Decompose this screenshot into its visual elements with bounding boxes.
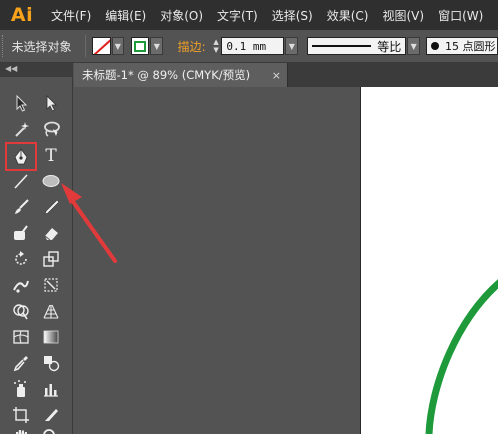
pen-tool[interactable] [5, 142, 37, 171]
zoom-icon [43, 429, 55, 434]
zoom-tool[interactable] [38, 425, 64, 434]
close-icon[interactable]: × [272, 69, 281, 82]
scale-icon [43, 251, 59, 267]
slice-tool[interactable] [38, 403, 64, 427]
artboard-tool[interactable] [8, 403, 34, 427]
artboard-icon [13, 407, 29, 423]
lasso-tool[interactable] [38, 117, 64, 141]
type-tool-label: T [45, 146, 57, 165]
warp-tool[interactable] [8, 273, 34, 297]
gradient-tool[interactable] [38, 325, 64, 349]
shape-builder-tool[interactable] [8, 299, 34, 323]
stroke-weight-spinner[interactable]: ▲ ▼ [211, 37, 222, 55]
spinner-down-icon[interactable]: ▼ [213, 46, 218, 54]
document-tab[interactable]: 未标题-1* @ 89% (CMYK/预览) × [74, 63, 288, 87]
stroke-dropdown-button[interactable]: ▼ [150, 37, 164, 55]
direct-selection-arrow-icon [46, 95, 57, 112]
mesh-icon [13, 330, 29, 344]
menu-type[interactable]: 文字(T) [210, 0, 265, 30]
symbol-sprayer-icon [14, 380, 26, 397]
hand-icon [16, 430, 27, 434]
stroke-color-icon [134, 40, 147, 52]
green-circle-path[interactable] [361, 87, 498, 434]
pen-icon [14, 147, 28, 164]
profile-line-icon [312, 45, 372, 47]
ellipse-tool[interactable] [38, 169, 64, 193]
perspective-grid-tool[interactable] [38, 299, 64, 323]
artboard[interactable] [360, 87, 498, 434]
control-bar: 未选择对象 ▼ ▼ 描边: ▲ ▼ 0.1 mm ▼ 等比 ▼ 15 点圆形 [0, 30, 498, 63]
magic-wand-icon [15, 122, 29, 137]
type-icon: T [45, 146, 57, 165]
scale-tool[interactable] [38, 247, 64, 271]
perspective-grid-icon [43, 304, 59, 319]
selection-status: 未选择对象 [11, 39, 72, 54]
profile-label: 等比 [377, 39, 402, 54]
stroke-swatch[interactable] [131, 37, 150, 55]
app-logo: Ai [10, 4, 34, 26]
menu-select[interactable]: 选择(S) [265, 0, 320, 30]
free-transform-tool[interactable] [38, 273, 64, 297]
divider [85, 35, 87, 57]
stroke-weight-input[interactable]: 0.1 mm [221, 37, 285, 55]
document-tab-title: 未标题-1* @ 89% (CMYK/预览) [82, 68, 251, 82]
column-graph-tool[interactable] [38, 377, 64, 401]
ellipse-icon [42, 175, 60, 187]
variable-width-profile-select[interactable]: 等比 [307, 37, 407, 55]
eraser-tool[interactable] [38, 221, 64, 245]
lasso-icon [44, 121, 60, 137]
spinner-up-icon[interactable]: ▲ [213, 38, 218, 46]
selection-arrow-icon [16, 94, 28, 112]
blend-icon [44, 356, 60, 372]
blob-brush-icon [14, 225, 28, 240]
direct-selection-tool[interactable] [38, 91, 64, 115]
column-graph-icon [44, 384, 58, 397]
line-segment-tool[interactable] [8, 169, 34, 193]
document-tab-bar: 未标题-1* @ 89% (CMYK/预览) × [74, 63, 498, 87]
canvas-area[interactable] [74, 87, 498, 434]
menu-effect[interactable]: 效果(C) [320, 0, 376, 30]
brush-definition-select[interactable]: 15 点圆形 [426, 37, 498, 55]
eyedropper-tool[interactable] [8, 351, 34, 375]
type-tool[interactable]: T [38, 143, 64, 167]
menu-edit[interactable]: 编辑(E) [98, 0, 153, 30]
profile-dropdown-button[interactable]: ▼ [407, 37, 420, 55]
tools-panel-header[interactable]: ◀◀ [0, 63, 73, 77]
eyedropper-icon [13, 356, 28, 372]
warp-icon [13, 280, 29, 293]
collapse-panel-icon[interactable]: ◀◀ [5, 64, 17, 73]
slice-icon [45, 409, 58, 421]
stroke-weight-dropdown-button[interactable]: ▼ [285, 37, 299, 55]
brush-dot-icon [431, 42, 439, 50]
symbol-sprayer-tool[interactable] [8, 377, 34, 401]
none-fill-slash-icon [93, 38, 110, 54]
tools-panel: T [0, 77, 73, 434]
menu-view[interactable]: 视图(V) [375, 0, 431, 30]
stroke-label[interactable]: 描边: [178, 38, 206, 55]
menu-file[interactable]: 文件(F) [44, 0, 98, 30]
blend-tool[interactable] [38, 351, 64, 375]
rotate-icon [15, 251, 27, 265]
free-transform-icon [44, 278, 58, 292]
eraser-icon [44, 228, 58, 241]
selection-tool[interactable] [8, 91, 34, 115]
rotate-tool[interactable] [8, 247, 34, 271]
paintbrush-icon [15, 199, 29, 214]
menu-window[interactable]: 窗口(W) [431, 0, 490, 30]
menu-bar: Ai 文件(F) 编辑(E) 对象(O) 文字(T) 选择(S) 效果(C) 视… [0, 0, 498, 30]
gradient-icon [43, 330, 59, 344]
blob-brush-tool[interactable] [8, 221, 34, 245]
brush-label: 15 点圆形 [445, 40, 496, 53]
magic-wand-tool[interactable] [8, 117, 34, 141]
mesh-tool[interactable] [8, 325, 34, 349]
shape-builder-icon [13, 304, 29, 320]
pencil-icon [44, 199, 60, 215]
paintbrush-tool[interactable] [8, 195, 34, 219]
menu-object[interactable]: 对象(O) [153, 0, 210, 30]
pencil-tool[interactable] [38, 195, 64, 219]
hand-tool[interactable] [8, 425, 34, 434]
fill-swatch[interactable] [92, 37, 111, 55]
fill-dropdown-button[interactable]: ▼ [111, 37, 125, 55]
line-segment-icon [14, 174, 28, 189]
